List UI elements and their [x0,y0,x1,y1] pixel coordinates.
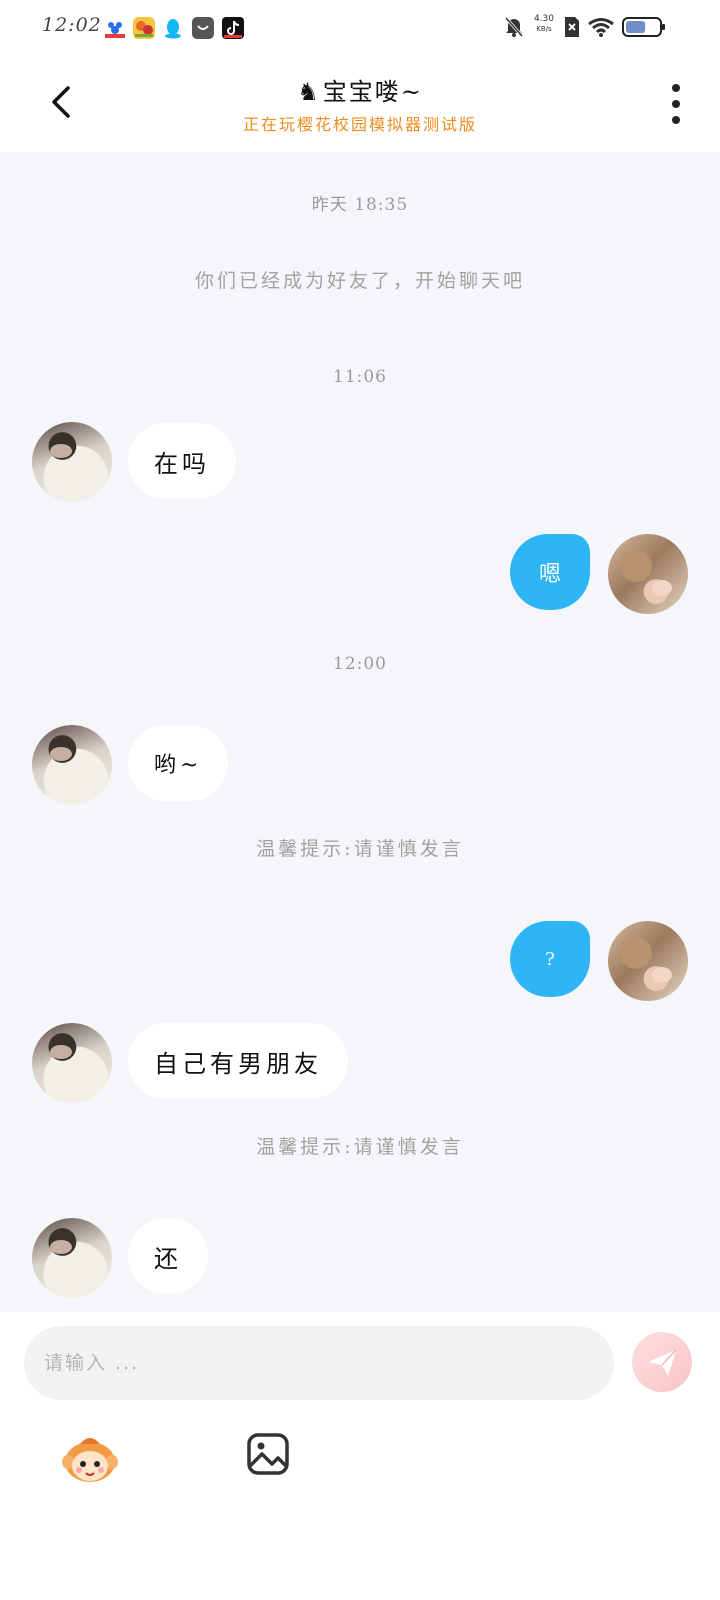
mute-icon [504,16,524,42]
timestamp: 12:00 [333,654,387,674]
my-avatar[interactable] [608,921,688,1001]
page-title: ♞宝宝喽~ [160,72,560,107]
timestamp: 昨天 18:35 [311,195,409,215]
qq-icon [162,17,184,39]
message-input[interactable] [24,1326,614,1400]
tip-message: 温馨提示:请谨慎发言 [256,838,464,860]
monkey-emoji-icon [62,1438,118,1482]
message-bubble-received[interactable]: 在吗 [128,423,236,499]
tip-message: 温馨提示:请谨慎发言 [256,1136,464,1158]
contact-avatar[interactable] [32,1023,112,1103]
chat-messages[interactable]: 昨天 18:35 你们已经成为好友了，开始聊天吧 11:06 在吗 嗯 12:0… [0,152,720,1312]
more-dots-icon [672,84,680,92]
status-time: 12:02 [42,14,102,36]
system-message: 你们已经成为好友了，开始聊天吧 [194,270,525,292]
message-bubble-received[interactable]: 哟~ [128,725,229,801]
message-bubble-sent[interactable]: ? [510,921,590,997]
status-bar: 12:02 4.30 KB/s [0,0,720,56]
chevron-left-icon [52,86,70,118]
message-bubble-received[interactable]: 还 [128,1218,208,1294]
net-speed-unit: KB/s [536,25,552,33]
store-icon [192,17,214,39]
my-avatar[interactable] [608,534,688,614]
message-bubble-received[interactable]: 自己有男朋友 [128,1023,348,1099]
battery-icon [622,16,666,42]
sim-off-icon [564,16,580,42]
chat-header: ♞宝宝喽~ 正在玩樱花校园模拟器测试版 [0,56,720,152]
wifi-icon [588,18,614,42]
playing-status: 正在玩樱花校园模拟器测试版 [242,115,477,134]
emoji-button[interactable] [60,1430,120,1490]
back-button[interactable] [44,78,84,126]
chess-knight-icon: ♞ [297,78,321,106]
image-icon [247,1433,289,1475]
contact-avatar[interactable] [32,725,112,805]
game-app-icon [133,17,155,39]
baidu-netdisk-icon [104,17,126,39]
net-speed-value: 4.30 [533,14,555,24]
contact-name: 宝宝喽~ [322,78,423,106]
send-paper-plane-icon [648,1349,677,1376]
more-menu-button[interactable] [664,82,688,126]
tiktok-icon [222,17,244,39]
input-panel [0,1312,720,1600]
send-button[interactable] [632,1332,692,1392]
contact-avatar[interactable] [32,1218,112,1298]
title-block: ♞宝宝喽~ 正在玩樱花校园模拟器测试版 [160,72,560,135]
net-speed: 4.30 KB/s [532,14,556,34]
contact-avatar[interactable] [32,422,112,502]
image-picker-button[interactable] [246,1432,290,1476]
timestamp: 11:06 [333,367,387,387]
message-bubble-sent[interactable]: 嗯 [510,534,590,610]
